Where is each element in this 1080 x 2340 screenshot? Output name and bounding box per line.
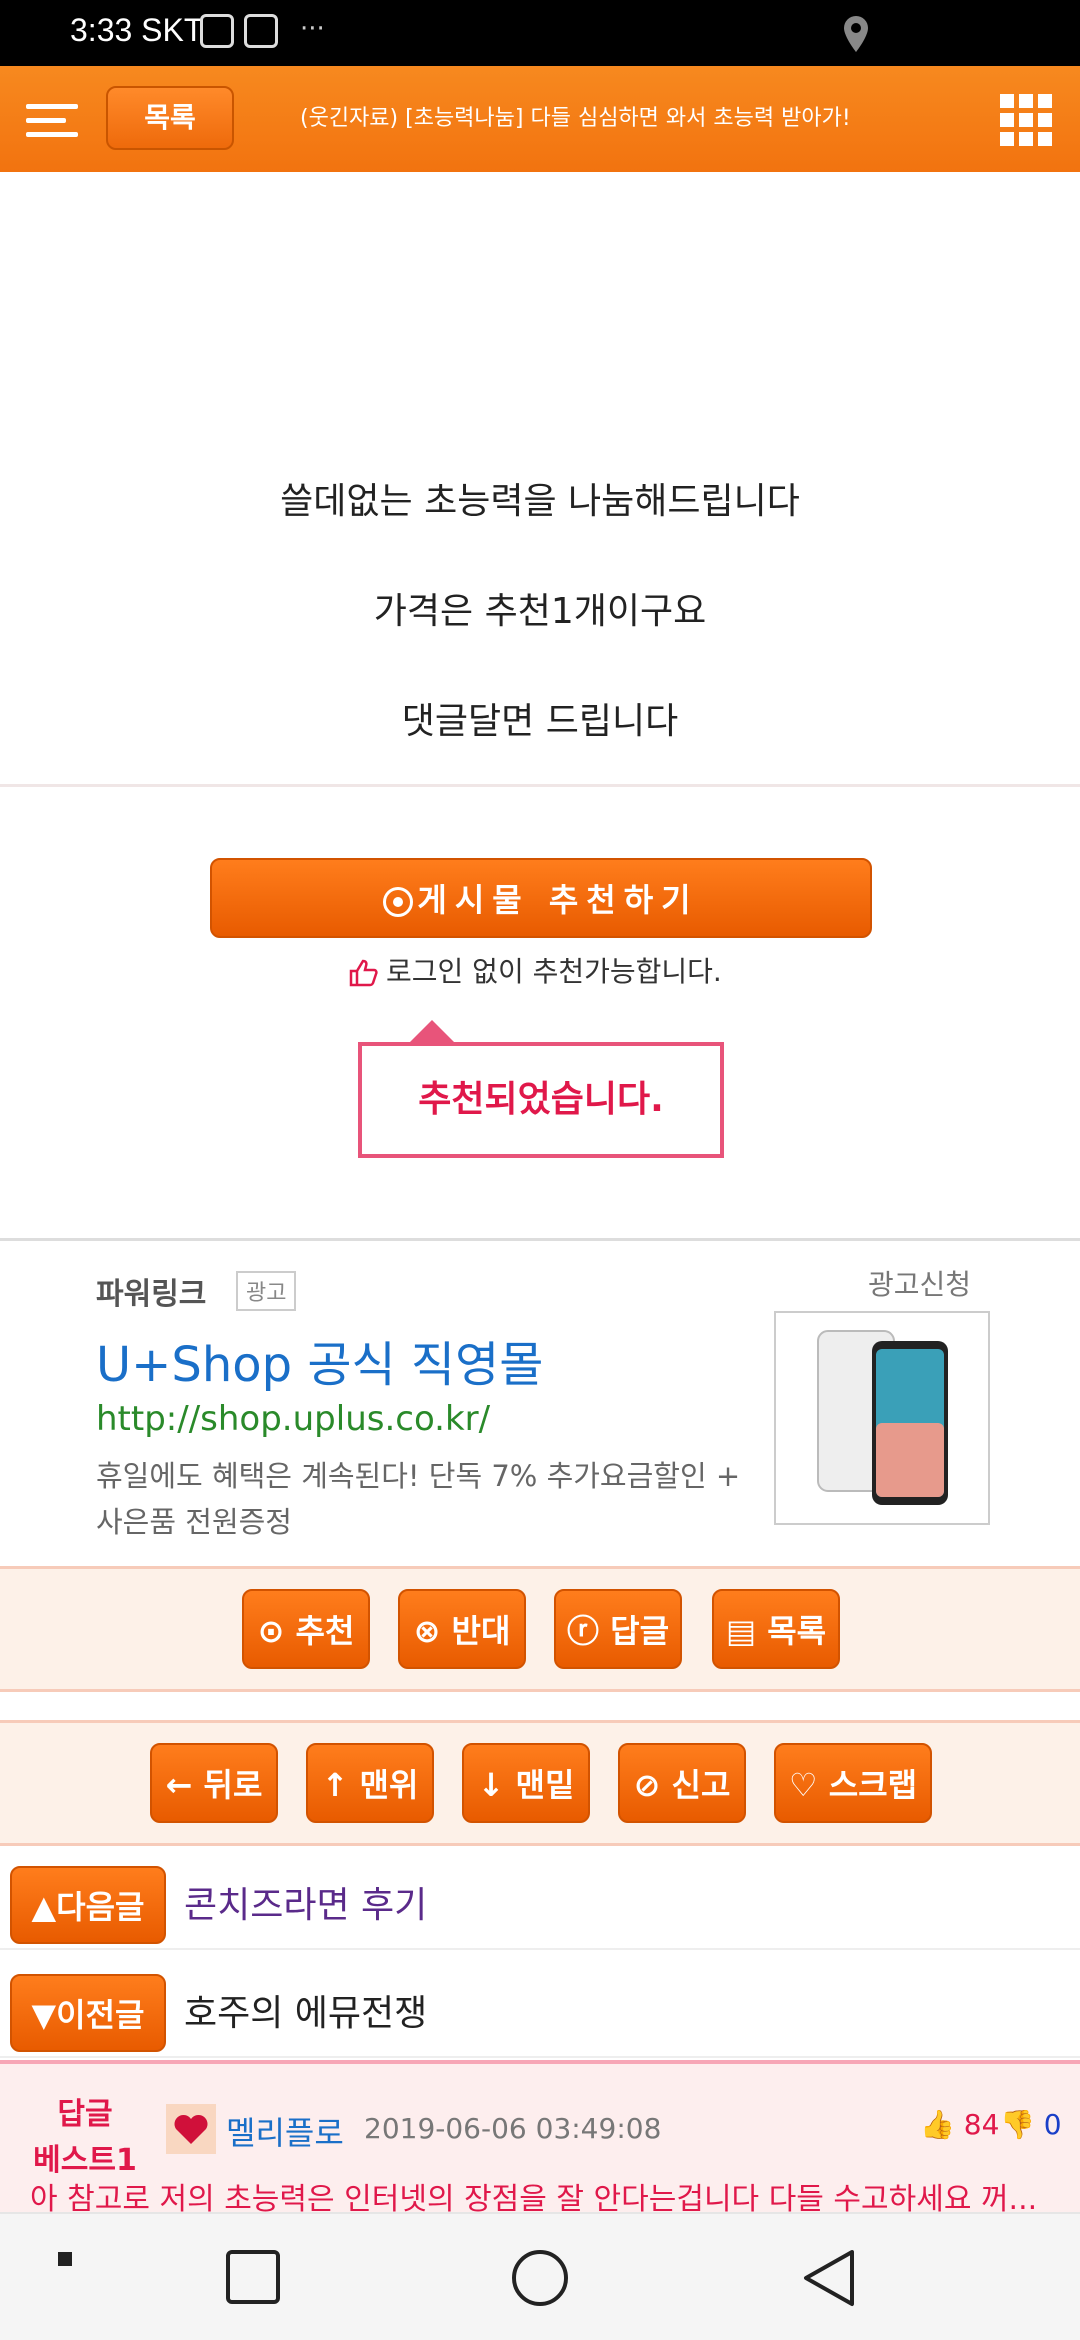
more-notifications-icon: ··· [300, 14, 325, 44]
menu-icon[interactable] [26, 104, 78, 138]
oppose-button[interactable]: ⊗ 반대 [398, 1589, 526, 1669]
ad-apply-link[interactable]: 광고신청 [868, 1263, 971, 1303]
system-nav-bar [0, 2212, 1080, 2340]
reply-upvote[interactable]: 👍 84 [920, 2108, 999, 2141]
recommended-popup: 추천되었습니다. [358, 1042, 724, 1158]
powerlink-ad[interactable]: 파워링크 광고 광고신청 U+Shop 공식 직영몰 http://shop.u… [0, 1238, 1080, 1566]
list-button[interactable]: 목록 [106, 86, 234, 150]
best-reply-badge: 답글 베스트1 [33, 2097, 137, 2178]
heart-avatar-icon [166, 2104, 216, 2154]
back-button[interactable]: ← 뒤로 [150, 1743, 278, 1823]
best-reply: 답글 베스트1 멜리플로 2019-06-06 03:49:08 👍 84 👎 … [0, 2060, 1080, 2220]
ad-title[interactable]: U+Shop 공식 직영몰 [96, 1325, 543, 1395]
page-title: (웃긴자료) [초능력나눔] 다들 심심하면 와서 초능력 받아가! [300, 106, 851, 131]
recommend-post-button[interactable]: 게시물 추천하기 [210, 858, 872, 938]
back-nav-icon[interactable] [798, 2246, 858, 2310]
ad-url[interactable]: http://shop.uplus.co.kr/ [96, 1399, 490, 1439]
phone-product-image[interactable] [774, 1311, 990, 1525]
location-icon [844, 16, 868, 52]
top-toolbar: 목록 (웃긴자료) [초능력나눔] 다들 심심하면 와서 초능력 받아가! [0, 66, 1080, 172]
list-bottom-button[interactable]: ▤ 목록 [712, 1589, 840, 1669]
prev-post-title[interactable]: 호주의 에뮤전쟁 [184, 1984, 427, 2036]
divider [0, 784, 1080, 787]
ad-badge: 광고 [236, 1271, 297, 1311]
reply-downvote[interactable]: 👎 0 [1000, 2108, 1062, 2141]
next-post-title[interactable]: 콘치즈라면 후기 [184, 1876, 427, 1928]
popup-arrow [410, 1020, 454, 1042]
recommend-button[interactable]: ⊙ 추천 [242, 1589, 370, 1669]
ad-description: 휴일에도 혜택은 계속된다! 단독 7% 추가요금할인 + 사은품 전원증정 [96, 1459, 741, 1539]
reply-button[interactable]: ⓡ 답글 [554, 1589, 682, 1669]
thumbs-up-icon [349, 959, 378, 987]
status-bar: 3:33 SKT ··· [0, 0, 1080, 66]
status-time: 3:33 SKT [70, 12, 204, 48]
report-button[interactable]: ⊘ 신고 [618, 1743, 746, 1823]
scroll-bottom-button[interactable]: ↓ 맨밑 [462, 1743, 590, 1823]
recents-icon[interactable] [224, 2248, 284, 2308]
post-line: 댓글달면 드립니다 [401, 701, 679, 742]
dot-icon [58, 2252, 72, 2266]
navigation-action-bar: ← 뒤로 ↑ 맨위 ↓ 맨밑 ⊘ 신고 ♡ 스크랩 [0, 1720, 1080, 1846]
powerlink-label: 파워링크 [96, 1277, 207, 1312]
prev-post-button[interactable]: ▼이전글 [10, 1974, 166, 2052]
prev-post-row[interactable]: ▼이전글 호주의 에뮤전쟁 [0, 1954, 1080, 2058]
post-line: 쓸데없는 초능력을 나눔해드립니다 [280, 481, 800, 522]
post-action-bar: ⊙ 추천 ⊗ 반대 ⓡ 답글 ▤ 목록 [0, 1566, 1080, 1692]
scroll-top-button[interactable]: ↑ 맨위 [306, 1743, 434, 1823]
notification-icon [200, 14, 234, 48]
no-login-note: 로그인 없이 추천가능합니다. [348, 950, 722, 990]
next-post-row[interactable]: ▲다음글 콘치즈라면 후기 [0, 1846, 1080, 1950]
scrap-button[interactable]: ♡ 스크랩 [774, 1743, 932, 1823]
home-icon[interactable] [508, 2246, 572, 2310]
post-line: 가격은 추천1개이구요 [373, 591, 707, 632]
post-content: 쓸데없는 초능력을 나눔해드립니다 가격은 추천1개이구요 댓글달면 드립니다 [0, 172, 1080, 782]
reply-author[interactable]: 멜리플로 [226, 2108, 344, 2154]
webtoon-icon [244, 14, 278, 48]
next-post-button[interactable]: ▲다음글 [10, 1866, 166, 1944]
reply-date: 2019-06-06 03:49:08 [364, 2112, 662, 2145]
apps-grid-icon[interactable] [1000, 94, 1052, 146]
target-icon [383, 887, 414, 917]
